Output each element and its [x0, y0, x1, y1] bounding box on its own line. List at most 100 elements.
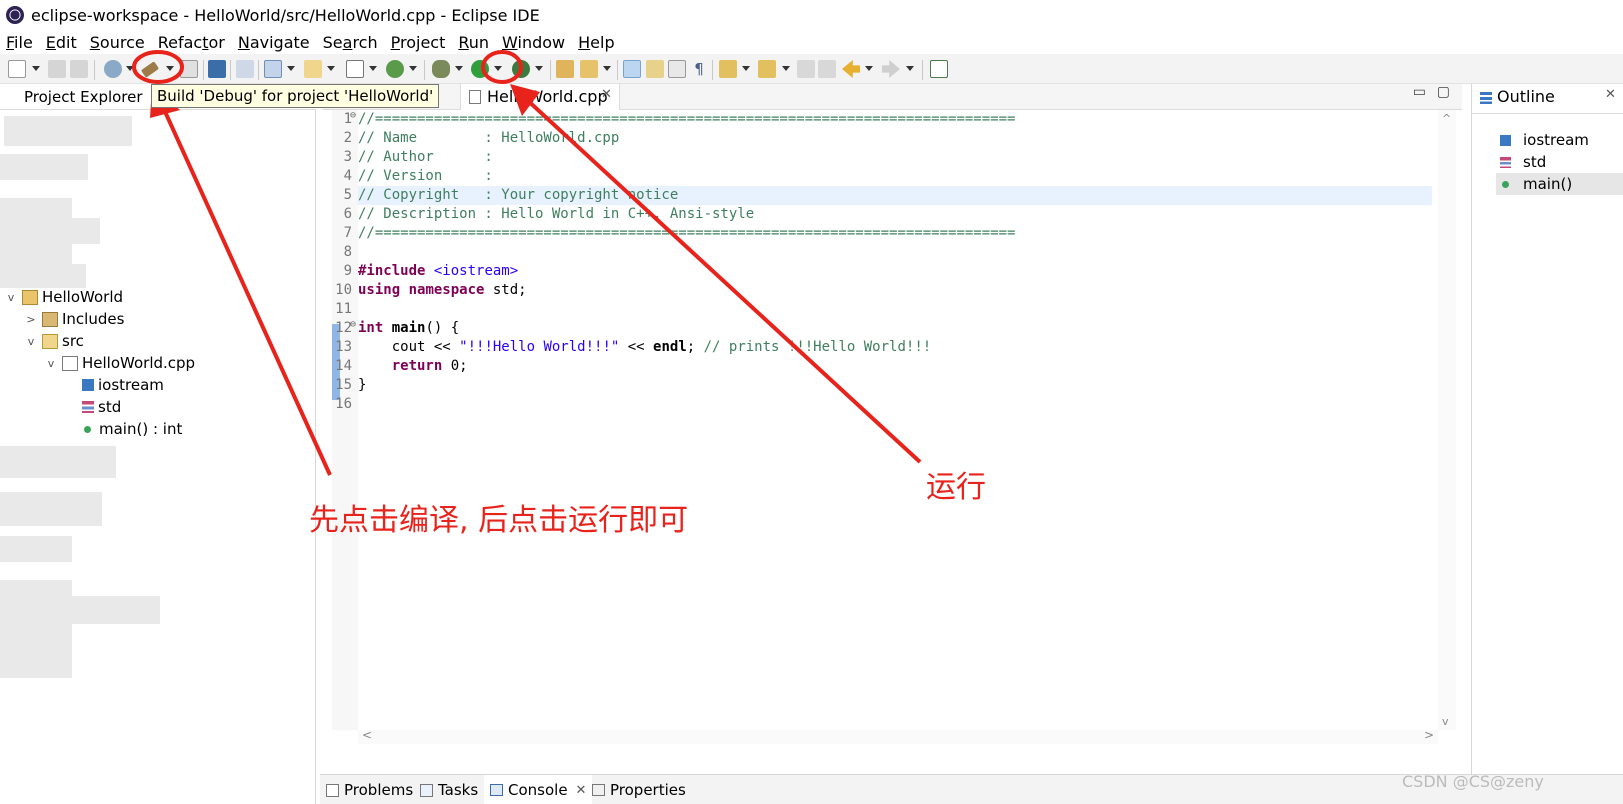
close-icon[interactable]: ✕	[1605, 87, 1616, 102]
last-edit-icon[interactable]	[797, 60, 815, 78]
external-tools-icon[interactable]	[512, 60, 530, 78]
toggle-highlight-icon[interactable]	[646, 60, 664, 78]
chevron-down-icon[interactable]: v	[24, 335, 38, 348]
fold-minus-icon[interactable]: ⊖	[348, 319, 358, 338]
scroll-left-icon[interactable]: <	[362, 728, 372, 742]
save-icon[interactable]	[48, 60, 66, 78]
new-file-icon[interactable]	[346, 60, 364, 78]
chevron-down-icon[interactable]: v	[4, 291, 18, 304]
menu-navigate[interactable]: Navigate	[238, 33, 310, 52]
show-whitespace-icon[interactable]: ¶	[690, 60, 708, 78]
problems-icon	[326, 783, 339, 797]
new-class-dropdown-icon[interactable]	[287, 66, 295, 71]
tab-tasks[interactable]: Tasks	[420, 781, 478, 799]
tree-item-iostream[interactable]: iostream	[64, 374, 164, 396]
mark-occurrences-icon[interactable]	[623, 60, 641, 78]
blurred-item	[0, 536, 72, 562]
menu-source[interactable]: Source	[90, 33, 145, 52]
debug-dropdown-icon[interactable]	[455, 66, 463, 71]
menu-search[interactable]: Search	[323, 33, 378, 52]
outline-tabbar: Outline ✕	[1472, 84, 1623, 114]
tab-problems[interactable]: Problems	[326, 781, 413, 799]
forward-edit-icon[interactable]	[818, 60, 836, 78]
run-icon[interactable]	[471, 60, 489, 78]
prev-annotation-dropdown-icon[interactable]	[782, 66, 790, 71]
tasks-icon	[420, 783, 433, 797]
forward-dropdown-icon[interactable]	[906, 66, 914, 71]
code-line: return 0;	[358, 358, 468, 374]
block-select-icon[interactable]	[668, 60, 686, 78]
debug-bug-icon[interactable]	[432, 60, 450, 78]
tab-console[interactable]: Console ✕	[484, 775, 593, 804]
tab-properties[interactable]: Properties	[592, 781, 686, 799]
build-dropdown-icon[interactable]	[166, 66, 174, 71]
new-folder-icon[interactable]	[304, 60, 322, 78]
code-line: //======================================…	[358, 111, 1016, 127]
menu-project[interactable]: Project	[391, 33, 446, 52]
scroll-up-icon[interactable]: ^	[1442, 112, 1451, 125]
new-folder-dropdown-icon[interactable]	[327, 66, 335, 71]
menu-run[interactable]: Run	[458, 33, 489, 52]
save-all-icon[interactable]	[70, 60, 88, 78]
back-dropdown-icon[interactable]	[865, 66, 873, 71]
build-hammer-icon[interactable]	[140, 61, 160, 78]
new-file-dropdown-icon[interactable]	[369, 66, 377, 71]
menu-window[interactable]: Window	[502, 33, 565, 52]
blurred-item	[0, 446, 116, 478]
close-icon[interactable]: ✕	[601, 87, 612, 102]
new-source-icon[interactable]	[386, 60, 404, 78]
debug-attach-icon[interactable]	[236, 60, 254, 78]
tab-helloworld-cpp[interactable]: HelloWorld.cpp ✕	[460, 84, 620, 110]
new-source-dropdown-icon[interactable]	[409, 66, 417, 71]
run-dropdown-icon[interactable]	[494, 66, 502, 71]
code-editor: HelloWorld.cpp ✕ ▭ ▢ 1 ⊖ //=============…	[322, 84, 1462, 744]
main-toolbar: ¶	[0, 54, 1623, 84]
tree-item-helloworld[interactable]: v HelloWorld	[4, 286, 123, 308]
prev-annotation-icon[interactable]	[758, 60, 776, 78]
target-icon[interactable]	[104, 60, 122, 78]
tree-item-main[interactable]: main() : int	[64, 418, 182, 440]
code-line: // Name : HelloWorld.cpp	[358, 130, 620, 146]
menu-help[interactable]: Help	[578, 33, 614, 52]
chevron-down-icon[interactable]: v	[44, 357, 58, 370]
scroll-right-icon[interactable]: >	[1424, 728, 1434, 742]
tree-item-src[interactable]: v src	[24, 330, 84, 352]
open-type-icon[interactable]	[556, 60, 574, 78]
next-annotation-icon[interactable]	[719, 60, 737, 78]
chevron-right-icon[interactable]: >	[24, 313, 38, 326]
minimize-icon[interactable]: ▭	[1413, 84, 1426, 100]
open-perspective-icon[interactable]	[930, 60, 948, 78]
target-dropdown-icon[interactable]	[126, 66, 134, 71]
tree-item-helloworld-cpp[interactable]: v HelloWorld.cpp	[44, 352, 195, 374]
close-icon[interactable]: ✕	[576, 783, 587, 798]
search-dropdown-icon[interactable]	[603, 66, 611, 71]
code-line: int main() {	[358, 320, 460, 336]
tree-item-includes[interactable]: > Includes	[24, 308, 124, 330]
vertical-scrollbar[interactable]: ^ v	[1438, 110, 1456, 730]
outline-tab[interactable]: Outline	[1497, 87, 1555, 106]
search-flashlight-icon[interactable]	[580, 60, 598, 78]
new-icon[interactable]	[8, 60, 26, 78]
forward-arrow-icon[interactable]	[882, 60, 900, 78]
scroll-down-icon[interactable]: v	[1442, 715, 1449, 728]
back-arrow-icon[interactable]	[842, 60, 860, 78]
project-explorer-tab[interactable]: Project Explorer	[24, 88, 143, 106]
outline-item-main[interactable]: main()	[1496, 173, 1623, 195]
new-class-icon[interactable]	[264, 60, 282, 78]
next-annotation-dropdown-icon[interactable]	[742, 66, 750, 71]
menu-edit[interactable]: Edit	[46, 33, 77, 52]
outline-item-std[interactable]: std	[1500, 151, 1546, 173]
binary-icon[interactable]	[180, 60, 198, 78]
tree-item-std[interactable]: std	[64, 396, 121, 418]
horizontal-scrollbar[interactable]: < >	[358, 728, 1438, 744]
external-tools-dropdown-icon[interactable]	[535, 66, 543, 71]
code-area[interactable]: 1 ⊖ //==================================…	[335, 110, 1438, 730]
outline-item-iostream[interactable]: iostream	[1500, 129, 1589, 151]
fold-minus-icon[interactable]: ⊖	[348, 110, 358, 129]
maximize-icon[interactable]: ▢	[1437, 84, 1450, 100]
terminal-icon[interactable]	[208, 60, 226, 78]
menu-refactor[interactable]: Refactor	[158, 33, 225, 52]
new-dropdown-icon[interactable]	[32, 66, 40, 71]
menu-file[interactable]: File	[6, 33, 33, 52]
build-tooltip: Build 'Debug' for project 'HelloWorld'	[151, 84, 440, 108]
